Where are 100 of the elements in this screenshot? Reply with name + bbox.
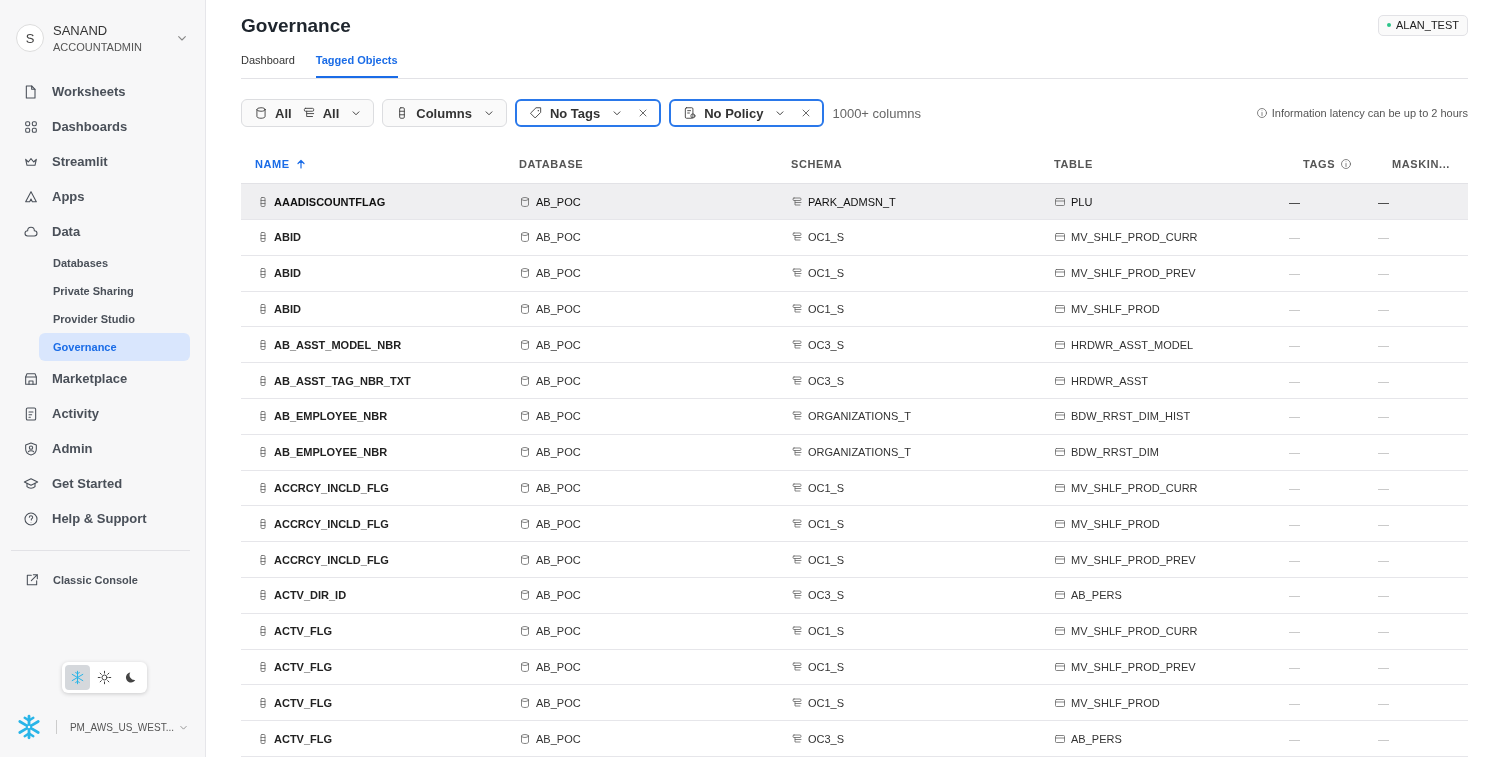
schema-icon	[791, 589, 803, 602]
filter-chip[interactable]: Columns	[382, 99, 507, 128]
schema-icon	[791, 374, 803, 387]
table-cell: ABID	[274, 267, 301, 280]
document-icon	[23, 405, 39, 422]
table-row[interactable]: AB_EMPLOYEE_NBR AB_POC ORGANIZATIONS_T BDW_RRST_DIM — —	[241, 434, 1468, 471]
database-icon	[519, 374, 531, 387]
table-icon	[1054, 589, 1066, 602]
external-link-icon	[24, 572, 40, 588]
column-header[interactable]: SCHEMA	[777, 157, 1040, 170]
policy-icon	[683, 106, 698, 121]
schema-icon	[791, 231, 803, 244]
database-icon	[519, 231, 531, 244]
table-icon	[1054, 553, 1066, 566]
table-row[interactable]: ABID AB_POC OC1_S MV_SHLF_PROD — —	[241, 291, 1468, 328]
store-icon	[23, 370, 39, 387]
table-cell: ABID	[274, 231, 301, 244]
filter-chip[interactable]: All All	[241, 99, 375, 128]
table-icon	[1054, 195, 1066, 208]
table-icon	[1054, 374, 1066, 387]
nav-subitem[interactable]: Databases	[39, 249, 190, 277]
table-row[interactable]: ACCRCY_INCLD_FLG AB_POC OC1_S MV_SHLF_PROD — —	[241, 506, 1468, 543]
column-icon	[257, 589, 269, 602]
tab[interactable]: Dashboard	[241, 50, 295, 79]
table-row[interactable]: ACCRCY_INCLD_FLG AB_POC OC1_S MV_SHLF_PROD_PREV — —	[241, 542, 1468, 578]
empty-value: —	[1289, 732, 1300, 745]
column-icon	[257, 732, 269, 745]
table-row[interactable]: ACCRCY_INCLD_FLG AB_POC OC1_S MV_SHLF_PROD_CURR — —	[241, 470, 1468, 507]
table-cell: MV_SHLF_PROD_CURR	[1071, 625, 1198, 638]
table-row[interactable]: AB_ASST_TAG_NBR_TXT AB_POC OC3_S HRDWR_ASST — —	[241, 363, 1468, 400]
table-row[interactable]: AB_ASST_MODEL_NBR AB_POC OC3_S HRDWR_ASST_MODEL — —	[241, 327, 1468, 364]
table-cell: AB_PERS	[1071, 589, 1122, 602]
column-header[interactable]: TABLE	[1040, 157, 1289, 170]
table-cell: MV_SHLF_PROD_PREV	[1071, 267, 1196, 280]
nav-subitem[interactable]: Provider Studio	[39, 305, 190, 333]
database-icon	[519, 446, 531, 459]
table-cell: OC1_S	[808, 625, 845, 638]
table-cell: ORGANIZATIONS_T	[808, 410, 912, 423]
filter-chip[interactable]: No Tags	[514, 99, 662, 128]
table-row[interactable]: AB_EMPLOYEE_NBR AB_POC ORGANIZATIONS_T BDW_RRST_DIM_HIST — —	[241, 399, 1468, 435]
nav-item[interactable]: Help & Support	[11, 501, 190, 536]
table-cell: ACTV_FLG	[274, 732, 333, 745]
nav-item[interactable]: Admin	[11, 431, 190, 466]
database-icon	[519, 410, 531, 423]
table-row[interactable]: ACTV_FLG AB_POC OC1_S MV_SHLF_PROD_CURR — —	[241, 613, 1468, 650]
region-selector[interactable]: PM_AWS_US_WEST...	[69, 720, 190, 734]
table-cell: AB_POC	[536, 732, 581, 745]
empty-value: —	[1289, 338, 1300, 351]
table-cell: AB_POC	[536, 553, 581, 566]
nav-item[interactable]: Get Started	[11, 466, 190, 501]
column-icon	[257, 267, 269, 280]
nav-item[interactable]: Activity	[11, 396, 190, 431]
table-cell: AB_POC	[536, 625, 581, 638]
nav-item[interactable]: Dashboards	[11, 109, 190, 144]
table-row[interactable]: ACTV_FLG AB_POC OC1_S MV_SHLF_PROD_PREV — —	[241, 649, 1468, 686]
schema-icon	[791, 338, 803, 351]
empty-value: —	[1378, 303, 1389, 316]
nav-item[interactable]: Marketplace	[11, 361, 190, 396]
triangle-icon	[23, 188, 39, 205]
table-row[interactable]: ACTV_DIR_ID AB_POC OC3_S AB_PERS — —	[241, 578, 1468, 614]
classic-console-link[interactable]: Classic Console	[11, 563, 190, 597]
table-row[interactable]: ABID AB_POC OC1_S MV_SHLF_PROD_CURR — —	[241, 220, 1468, 256]
nav-item[interactable]: Data	[11, 214, 190, 249]
table-cell: AB_POC	[536, 231, 581, 244]
column-icon	[257, 696, 269, 709]
table-cell: AB_POC	[536, 661, 581, 673]
result-count: 1000+ columns	[832, 105, 921, 121]
nav-subitem[interactable]: Private Sharing	[39, 277, 190, 305]
table-row[interactable]: ABID AB_POC OC1_S MV_SHLF_PROD_PREV — —	[241, 255, 1468, 292]
table-cell: ACTV_FLG	[274, 625, 333, 638]
nav-item[interactable]: Worksheets	[11, 74, 190, 109]
nav-item[interactable]: Streamlit	[11, 144, 190, 179]
table-row[interactable]: ACTV_FLG AB_POC OC3_S AB_PERS — —	[241, 721, 1468, 757]
nav-subitem[interactable]: Governance	[39, 333, 190, 361]
table-cell: AB_PERS	[1071, 732, 1122, 745]
avatar[interactable]: S	[16, 24, 44, 52]
table-cell: ORGANIZATIONS_T	[808, 446, 912, 459]
warehouse-badge[interactable]: ALAN_TEST	[1378, 14, 1468, 36]
empty-value: —	[1289, 446, 1300, 459]
column-header[interactable]: TAGS	[1289, 157, 1378, 170]
table-cell: AB_EMPLOYEE_NBR	[274, 410, 388, 423]
table-row[interactable]: ACTV_FLG AB_POC OC1_S MV_SHLF_PROD — —	[241, 685, 1468, 722]
column-header[interactable]: NAME	[241, 157, 505, 170]
column-header[interactable]: MASKIN...	[1378, 157, 1468, 170]
empty-value: —	[1289, 195, 1300, 208]
column-header[interactable]: DATABASE	[505, 157, 777, 170]
filter-label: No Tags	[549, 105, 601, 121]
tab[interactable]: Tagged Objects	[315, 50, 398, 79]
table-cell: MV_SHLF_PROD_CURR	[1071, 482, 1198, 494]
grid-icon	[23, 118, 39, 135]
nav-item[interactable]: Apps	[11, 179, 190, 214]
filter-chip[interactable]: No Policy	[669, 99, 825, 128]
database-icon	[519, 267, 531, 280]
user-name: SANAND	[53, 23, 109, 38]
table-row[interactable]: AAADISCOUNTFLAG AB_POC PARK_ADMSN_T PLU — —	[241, 184, 1468, 221]
empty-value: —	[1289, 374, 1300, 387]
schema-icon	[791, 696, 803, 709]
empty-value: —	[1289, 553, 1300, 566]
empty-value: —	[1378, 267, 1389, 280]
table-cell: AB_EMPLOYEE_NBR	[274, 446, 388, 459]
